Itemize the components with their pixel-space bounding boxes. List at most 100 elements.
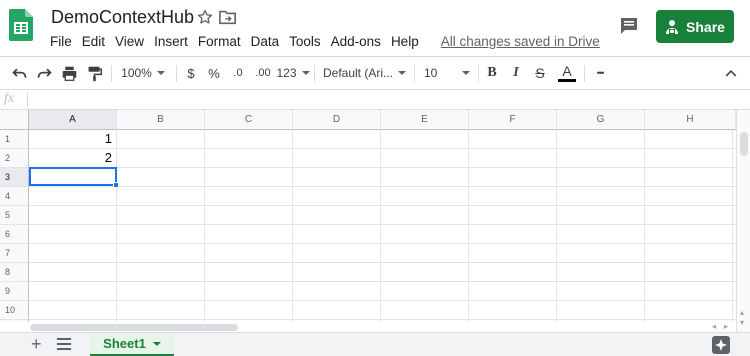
format-percent-button[interactable]: %: [205, 57, 223, 89]
undo-button[interactable]: [8, 57, 30, 89]
row-header-6[interactable]: 6: [0, 225, 29, 244]
toolbar-divider: [111, 65, 112, 82]
grid-line: [556, 130, 557, 322]
row-header-5[interactable]: 5: [0, 206, 29, 225]
font-family-value: Default (Ari...: [322, 66, 394, 80]
grid-line: [204, 130, 205, 322]
scroll-down-arrow-icon[interactable]: ▾: [740, 318, 744, 327]
sheet-tab-label: Sheet1: [103, 336, 146, 351]
all-sheets-list-icon[interactable]: [57, 338, 71, 350]
more-formats-label: 123: [276, 66, 297, 80]
column-header-d[interactable]: D: [293, 110, 381, 130]
menu-bar: File Edit View Insert Format Data Tools …: [45, 32, 605, 51]
cell-a2[interactable]: 2: [29, 149, 115, 167]
scroll-up-arrow-icon[interactable]: ▴: [740, 308, 744, 317]
share-button[interactable]: Share: [656, 10, 734, 43]
format-currency-button[interactable]: $: [182, 57, 200, 89]
more-formats-button[interactable]: 123: [276, 57, 310, 89]
grid-line: [644, 130, 645, 322]
text-color-swatch: [558, 79, 576, 82]
row-header-2[interactable]: 2: [0, 149, 29, 168]
decrease-decimal-button[interactable]: .0: [228, 57, 248, 89]
menu-insert[interactable]: Insert: [149, 32, 193, 51]
menu-tools[interactable]: Tools: [284, 32, 326, 51]
row-header-1[interactable]: 1: [0, 130, 29, 149]
toolbar-divider: [478, 65, 479, 82]
more-options-button[interactable]: •••: [590, 57, 610, 89]
menu-addons[interactable]: Add-ons: [326, 32, 386, 51]
column-header-e[interactable]: E: [381, 110, 469, 130]
column-header-h[interactable]: H: [645, 110, 736, 130]
menu-data[interactable]: Data: [246, 32, 285, 51]
menu-file[interactable]: File: [45, 32, 77, 51]
grid-line: [29, 300, 736, 301]
text-color-button[interactable]: A: [557, 57, 577, 89]
collapse-menus-button[interactable]: [723, 57, 739, 89]
scroll-right-arrow-icon[interactable]: ▸: [724, 322, 728, 331]
spreadsheet-grid[interactable]: A B C D E F G H 1 2 3 4 5 6 7 8 9 10 11 …: [0, 110, 736, 322]
increase-decimal-button[interactable]: .00: [252, 57, 274, 89]
vertical-scroll-thumb[interactable]: [740, 132, 748, 156]
row-header-8[interactable]: 8: [0, 263, 29, 282]
chevron-down-icon: [301, 71, 310, 75]
row-header-9[interactable]: 9: [0, 282, 29, 301]
sheets-logo-icon[interactable]: [9, 9, 33, 41]
fill-handle[interactable]: [113, 182, 119, 188]
menu-help[interactable]: Help: [386, 32, 424, 51]
menu-format[interactable]: Format: [193, 32, 246, 51]
undo-icon: [11, 68, 26, 78]
column-header-c[interactable]: C: [205, 110, 293, 130]
paint-format-button[interactable]: [83, 57, 105, 89]
column-header-b[interactable]: B: [117, 110, 205, 130]
comments-icon[interactable]: [619, 16, 639, 36]
vertical-scrollbar[interactable]: ▴ ▾: [736, 110, 750, 332]
chevron-down-icon: [156, 71, 165, 75]
zoom-value: 100%: [121, 66, 152, 80]
menu-view[interactable]: View: [110, 32, 149, 51]
bold-button[interactable]: B: [484, 57, 500, 89]
sheet-tab-sheet1[interactable]: Sheet1: [90, 333, 174, 356]
zoom-select[interactable]: 100%: [118, 57, 168, 89]
lock-person-icon: [666, 19, 679, 34]
move-to-folder-icon[interactable]: [219, 9, 237, 25]
toolbar: 100% $ % .0 .00 123 Default (Ari... 10 B…: [0, 56, 750, 90]
column-header-g[interactable]: G: [557, 110, 645, 130]
chevron-down-icon[interactable]: [152, 341, 161, 346]
menu-edit[interactable]: Edit: [77, 32, 110, 51]
explore-icon[interactable]: [712, 336, 730, 354]
grid-line: [29, 243, 736, 244]
grid-line: [732, 130, 733, 322]
grid-line: [380, 130, 381, 322]
column-header-a[interactable]: A: [29, 110, 117, 130]
row-header-7[interactable]: 7: [0, 244, 29, 263]
redo-icon: [37, 68, 52, 78]
row-header-3[interactable]: 3: [0, 168, 29, 187]
horizontal-scroll-thumb[interactable]: [30, 324, 238, 331]
print-icon: [62, 66, 76, 81]
formula-bar[interactable]: fx: [0, 90, 750, 110]
select-all-corner[interactable]: [0, 110, 29, 130]
chevron-down-icon: [462, 71, 470, 75]
redo-button[interactable]: [33, 57, 55, 89]
selected-cell-a3[interactable]: [29, 167, 117, 186]
strikethrough-button[interactable]: S: [532, 57, 548, 89]
italic-button[interactable]: I: [508, 57, 524, 89]
font-size-select[interactable]: 10: [420, 57, 474, 89]
chevron-down-icon: [398, 71, 407, 75]
column-header-f[interactable]: F: [469, 110, 557, 130]
print-button[interactable]: [58, 57, 80, 89]
paint-format-icon: [88, 66, 102, 81]
grid-line: [29, 186, 736, 187]
add-sheet-icon[interactable]: +: [31, 334, 42, 355]
scroll-left-arrow-icon[interactable]: ◂: [712, 322, 716, 331]
text-color-label: A: [562, 63, 572, 79]
font-family-select[interactable]: Default (Ari...: [322, 57, 407, 89]
horizontal-scrollbar[interactable]: ◂ ▸: [0, 322, 736, 332]
cell-a1[interactable]: 1: [29, 130, 115, 148]
toolbar-divider: [176, 65, 177, 82]
star-icon[interactable]: [196, 8, 214, 26]
save-status-link[interactable]: All changes saved in Drive: [436, 32, 605, 51]
document-title[interactable]: DemoContextHub: [51, 7, 194, 28]
row-header-10[interactable]: 10: [0, 301, 29, 320]
row-header-4[interactable]: 4: [0, 187, 29, 206]
